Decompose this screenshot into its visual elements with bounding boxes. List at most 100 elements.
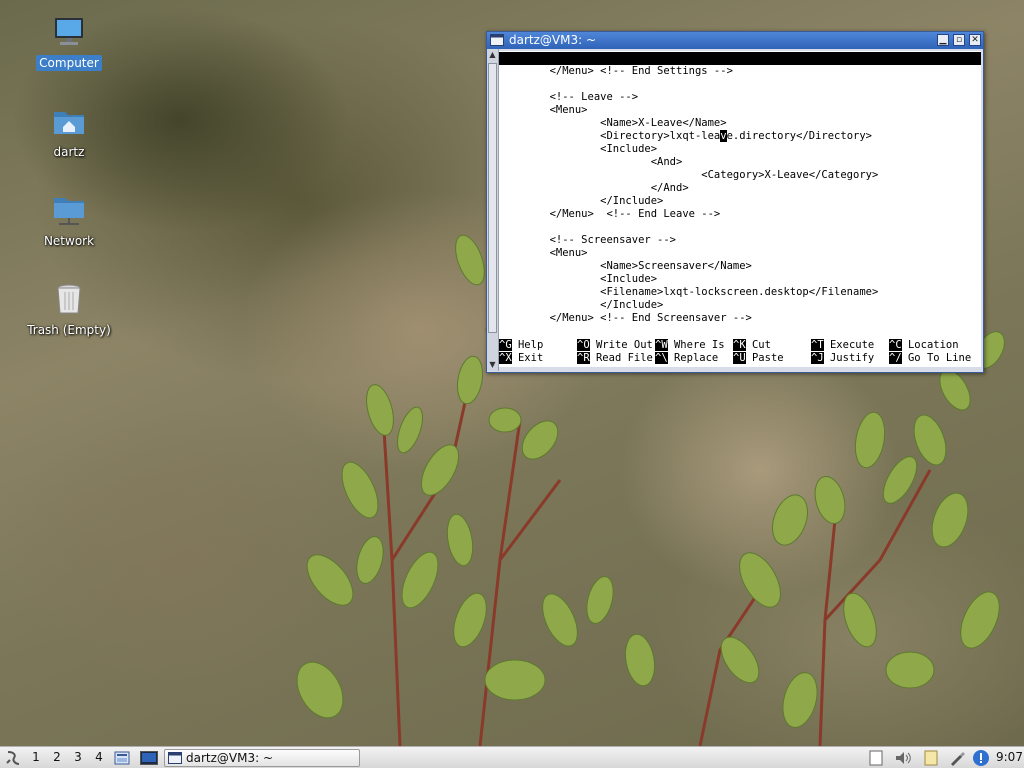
scroll-up-icon[interactable]: ▲ — [487, 50, 498, 60]
code-line: </Include> — [499, 195, 664, 207]
clipboard-icon[interactable] — [868, 749, 886, 767]
shortcut-help[interactable]: ^G Help — [499, 339, 543, 352]
shortcut-justify[interactable]: ^J Justify — [811, 352, 874, 365]
shortcut-key: ^/ — [889, 352, 902, 364]
trash-icon — [51, 281, 87, 317]
shortcut-label: Exit — [517, 352, 544, 364]
code-line: <!-- Screensaver --> — [499, 234, 677, 246]
home-folder-icon — [51, 103, 87, 139]
code-line: </Menu> <!-- End Settings --> — [499, 65, 733, 77]
taskbar: 1 2 3 4 dartz@VM3: ~ 9:07 — [0, 746, 1024, 768]
shortcut-key: ^C — [889, 339, 902, 351]
shortcut-key: ^R — [577, 352, 590, 364]
code-line: <And> — [499, 156, 683, 168]
shortcut-label: Replace — [673, 352, 719, 364]
clock[interactable]: 9:07 — [996, 747, 1023, 769]
window-title: dartz@VM3: ~ — [509, 33, 597, 47]
code-before-cursor: <Directory>lxqt-lea — [499, 130, 721, 142]
desktop-icon-label: Network — [43, 234, 95, 248]
workspace-3[interactable]: 3 — [68, 747, 88, 769]
desktop-icon-home[interactable]: dartz — [19, 103, 119, 160]
workspace-2[interactable]: 2 — [47, 747, 67, 769]
code-line: <Filename>lxqt-lockscreen.desktop</Filen… — [499, 286, 879, 298]
shortcut-label: Write Out — [595, 339, 653, 351]
terminal-scrollbar[interactable]: ▲ ▼ — [487, 49, 499, 371]
desktop-icon-label: Computer — [36, 55, 102, 71]
shortcut-replace[interactable]: ^\ Replace — [655, 352, 718, 365]
maximize-button[interactable]: ▫ — [953, 34, 965, 46]
desktop-icon-computer[interactable]: Computer — [19, 14, 119, 71]
code-line: <Name>X-Leave</Name> — [499, 117, 727, 129]
scrollbar-thumb[interactable] — [488, 63, 497, 333]
terminal-launcher-icon[interactable] — [140, 749, 158, 767]
shortcut-label: Location — [907, 339, 959, 351]
desktop-icon-label: dartz — [53, 145, 85, 159]
shortcut-label: Where Is — [673, 339, 725, 351]
nano-shortcut-bar: ^G Help ^O Write Out ^W Where Is ^K Cut … — [499, 339, 981, 367]
nano-buffer[interactable]: </Menu> <!-- End Settings --> <!-- Leave… — [499, 65, 981, 325]
shortcut-key: ^T — [811, 339, 824, 351]
shortcut-paste[interactable]: ^U Paste — [733, 352, 784, 365]
code-line: <!-- Leave --> — [499, 91, 639, 103]
update-icon[interactable] — [972, 749, 990, 767]
shortcut-label: Go To Line — [907, 352, 972, 364]
shortcut-label: Justify — [829, 352, 875, 364]
shortcut-key: ^U — [733, 352, 746, 364]
workspace-4[interactable]: 4 — [89, 747, 109, 769]
shortcut-key: ^K — [733, 339, 746, 351]
code-line: </And> — [499, 182, 689, 194]
window-titlebar[interactable]: dartz@VM3: ~ ▁ ▫ ✕ — [487, 32, 983, 49]
shortcut-key: ^J — [811, 352, 824, 364]
shortcut-label: Paste — [751, 352, 784, 364]
pen-icon[interactable] — [948, 749, 966, 767]
shortcut-key: ^X — [499, 352, 512, 364]
desktop-icon-label: Trash (Empty) — [27, 323, 111, 337]
desktop-icon-trash[interactable]: Trash (Empty) — [19, 281, 119, 338]
nano-title-bar: GNU nano 6.2 /etc/xdg/menus/lxqt-applica… — [499, 52, 981, 90]
code-line: </Menu> <!-- End Screensaver --> — [499, 312, 752, 324]
code-line-cursor: <Directory>lxqt-leave.directory</Directo… — [499, 130, 981, 143]
shortcut-key: ^W — [655, 339, 668, 351]
taskbar-window-button[interactable]: dartz@VM3: ~ — [164, 749, 360, 767]
minimize-button[interactable]: ▁ — [937, 34, 949, 46]
code-line: <Menu> — [499, 247, 588, 259]
volume-icon[interactable] — [894, 749, 912, 767]
code-line: <Menu> — [499, 104, 588, 116]
scroll-down-icon[interactable]: ▼ — [487, 360, 498, 370]
show-desktop-icon[interactable] — [114, 749, 132, 767]
taskbar-window-label: dartz@VM3: ~ — [186, 751, 274, 765]
notes-icon[interactable] — [922, 749, 940, 767]
terminal-window[interactable]: dartz@VM3: ~ ▁ ▫ ✕ ▲ ▼ GNU nano 6.2 /etc… — [486, 31, 984, 373]
shortcut-cut[interactable]: ^K Cut — [733, 339, 771, 352]
code-line: <Name>Screensaver</Name> — [499, 260, 752, 272]
code-after-cursor: e.directory</Directory> — [726, 130, 872, 142]
code-line: <Include> — [499, 273, 658, 285]
shortcut-key: ^G — [499, 339, 512, 351]
close-button[interactable]: ✕ — [969, 34, 981, 46]
shortcut-write-out[interactable]: ^O Write Out — [577, 339, 653, 352]
shortcut-go-to-line[interactable]: ^/ Go To Line — [889, 352, 971, 365]
shortcut-label: Help — [517, 339, 544, 351]
shortcut-exit[interactable]: ^X Exit — [499, 352, 543, 365]
nano-editor[interactable]: GNU nano 6.2 /etc/xdg/menus/lxqt-applica… — [499, 51, 981, 367]
lxqt-menu-icon — [6, 751, 20, 765]
code-line: <Category>X-Leave</Category> — [499, 169, 879, 181]
shortcut-key: ^O — [577, 339, 590, 351]
desktop-icon-network[interactable]: Network — [19, 192, 119, 249]
desktop[interactable]: Computer dartz Network Trash (Empty) dar… — [0, 0, 1024, 746]
code-line: </Include> — [499, 299, 664, 311]
main-menu-button[interactable] — [2, 747, 24, 769]
shortcut-read-file[interactable]: ^R Read File — [577, 352, 653, 365]
shortcut-location[interactable]: ^C Location — [889, 339, 959, 352]
shortcut-where-is[interactable]: ^W Where Is — [655, 339, 725, 352]
workspace-1[interactable]: 1 — [26, 747, 46, 769]
terminal-icon — [168, 752, 182, 768]
code-line: <Include> — [499, 143, 658, 155]
code-line: </Menu> <!-- End Leave --> — [499, 208, 721, 220]
shortcut-label: Read File — [595, 352, 653, 364]
computer-icon — [51, 14, 87, 50]
shortcut-label: Cut — [751, 339, 771, 351]
shortcut-execute[interactable]: ^T Execute — [811, 339, 874, 352]
